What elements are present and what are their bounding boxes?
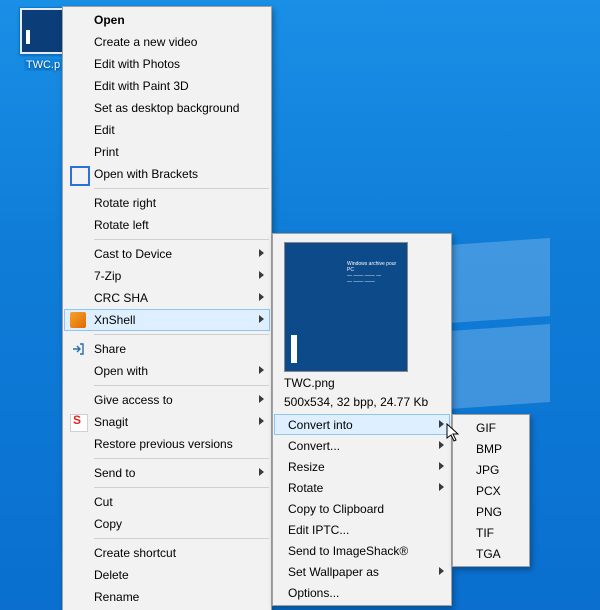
- menu-edit[interactable]: Edit: [64, 119, 270, 141]
- preview-container: Windows archive pour PC— —— —— —— —— ——: [274, 236, 450, 372]
- chevron-right-icon: [259, 395, 264, 403]
- menu-print[interactable]: Print: [64, 141, 270, 163]
- menu-open-with[interactable]: Open with: [64, 360, 270, 382]
- chevron-right-icon: [439, 483, 444, 491]
- snagit-icon: [70, 414, 88, 432]
- format-bmp[interactable]: BMP: [454, 438, 528, 459]
- menu-open-brackets[interactable]: Open with Brackets: [64, 163, 270, 185]
- context-menu-main: Open Create a new video Edit with Photos…: [62, 6, 272, 610]
- menu-rotate-left[interactable]: Rotate left: [64, 214, 270, 236]
- menu-rename[interactable]: Rename: [64, 586, 270, 608]
- submenu-rotate[interactable]: Rotate: [274, 477, 450, 498]
- submenu-resize[interactable]: Resize: [274, 456, 450, 477]
- chevron-right-icon: [259, 249, 264, 257]
- menu-edit-paint3d[interactable]: Edit with Paint 3D: [64, 75, 270, 97]
- chevron-right-icon: [259, 468, 264, 476]
- menu-rotate-right[interactable]: Rotate right: [64, 192, 270, 214]
- chevron-right-icon: [439, 462, 444, 470]
- file-thumbnail: [20, 8, 66, 54]
- menu-edit-photos[interactable]: Edit with Photos: [64, 53, 270, 75]
- submenu-options[interactable]: Options...: [274, 582, 450, 603]
- submenu-set-wallpaper[interactable]: Set Wallpaper as: [274, 561, 450, 582]
- file-label: TWC.p: [24, 59, 62, 71]
- separator: [94, 487, 269, 488]
- chevron-right-icon: [439, 420, 444, 428]
- brackets-icon: [70, 166, 90, 186]
- separator: [94, 188, 269, 189]
- menu-create-video[interactable]: Create a new video: [64, 31, 270, 53]
- menu-7zip[interactable]: 7-Zip: [64, 265, 270, 287]
- share-icon: [70, 341, 86, 357]
- menu-delete[interactable]: Delete: [64, 564, 270, 586]
- menu-cast-to-device[interactable]: Cast to Device: [64, 243, 270, 265]
- menu-set-desktop-bg[interactable]: Set as desktop background: [64, 97, 270, 119]
- chevron-right-icon: [439, 567, 444, 575]
- submenu-imageshack[interactable]: Send to ImageShack®: [274, 540, 450, 561]
- menu-open[interactable]: Open: [64, 9, 270, 31]
- separator: [94, 458, 269, 459]
- submenu-convert-into[interactable]: Convert into: [274, 414, 450, 435]
- desktop[interactable]: TWC.p Open Create a new video Edit with …: [0, 0, 600, 610]
- format-png[interactable]: PNG: [454, 501, 528, 522]
- chevron-right-icon: [439, 441, 444, 449]
- preview-meta: 500x534, 32 bpp, 24.77 Kb: [274, 395, 450, 414]
- format-pcx[interactable]: PCX: [454, 480, 528, 501]
- xnshell-icon: [70, 312, 86, 328]
- menu-cut[interactable]: Cut: [64, 491, 270, 513]
- menu-restore-previous[interactable]: Restore previous versions: [64, 433, 270, 455]
- preview-filename: TWC.png: [274, 376, 450, 395]
- separator: [94, 538, 269, 539]
- submenu-copy-clipboard[interactable]: Copy to Clipboard: [274, 498, 450, 519]
- submenu-edit-iptc[interactable]: Edit IPTC...: [274, 519, 450, 540]
- menu-send-to[interactable]: Send to: [64, 462, 270, 484]
- chevron-right-icon: [259, 271, 264, 279]
- separator: [94, 334, 269, 335]
- menu-copy[interactable]: Copy: [64, 513, 270, 535]
- separator: [94, 239, 269, 240]
- submenu-xnshell: Windows archive pour PC— —— —— —— —— —— …: [272, 233, 452, 606]
- menu-xnshell[interactable]: XnShell: [64, 309, 270, 331]
- menu-crc-sha[interactable]: CRC SHA: [64, 287, 270, 309]
- chevron-right-icon: [259, 366, 264, 374]
- submenu-convert-formats: GIF BMP JPG PCX PNG TIF TGA: [452, 414, 530, 567]
- format-tif[interactable]: TIF: [454, 522, 528, 543]
- chevron-right-icon: [259, 293, 264, 301]
- menu-snagit[interactable]: Snagit: [64, 411, 270, 433]
- chevron-right-icon: [259, 417, 264, 425]
- format-jpg[interactable]: JPG: [454, 459, 528, 480]
- menu-share[interactable]: Share: [64, 338, 270, 360]
- menu-give-access[interactable]: Give access to: [64, 389, 270, 411]
- menu-create-shortcut[interactable]: Create shortcut: [64, 542, 270, 564]
- image-preview: Windows archive pour PC— —— —— —— —— ——: [284, 242, 408, 372]
- format-tga[interactable]: TGA: [454, 543, 528, 564]
- format-gif[interactable]: GIF: [454, 417, 528, 438]
- separator: [94, 385, 269, 386]
- submenu-convert[interactable]: Convert...: [274, 435, 450, 456]
- chevron-right-icon: [259, 315, 264, 323]
